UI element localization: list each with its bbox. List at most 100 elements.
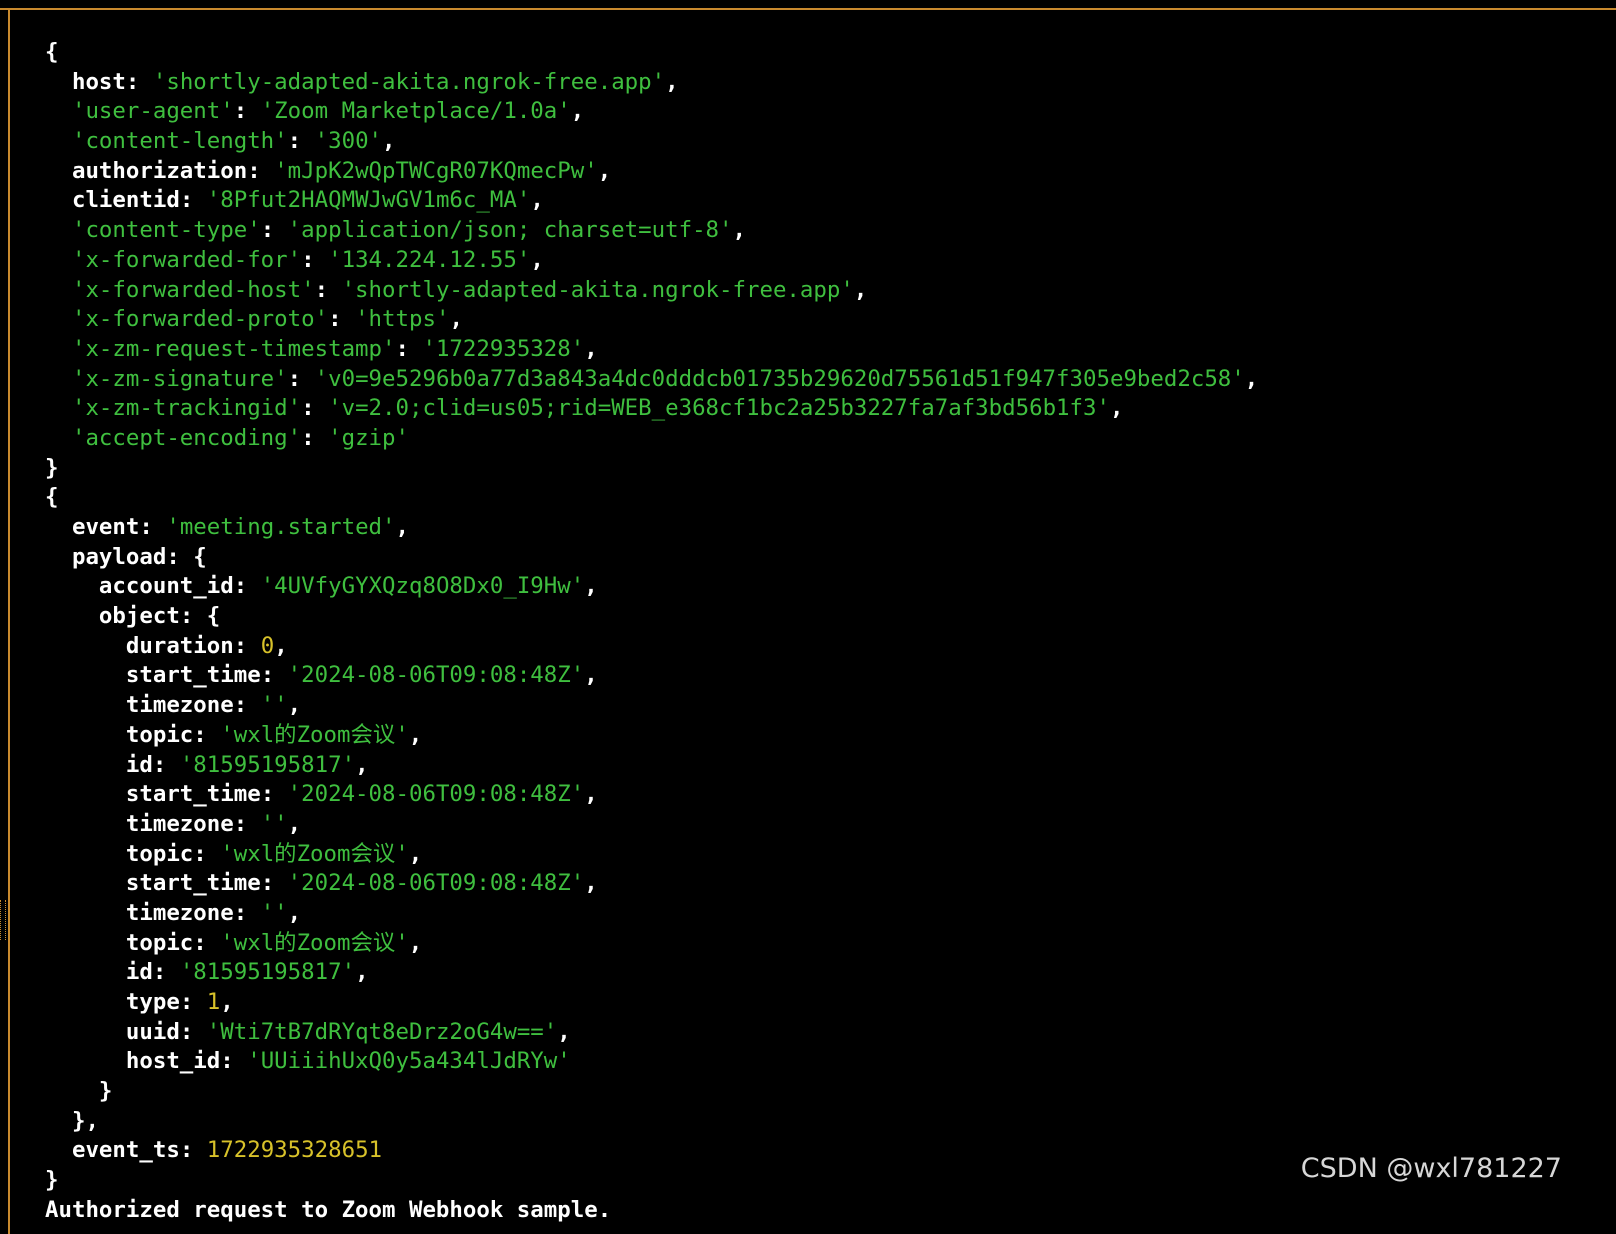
terminal-line: host: 'shortly-adapted-akita.ngrok-free.… — [45, 68, 1585, 98]
watermark: CSDN @wxl781227 — [1300, 1153, 1562, 1184]
punctuation-token: } — [45, 1167, 59, 1194]
punctuation-token: { — [45, 484, 59, 511]
terminal-line: object: { — [45, 602, 1585, 632]
punctuation-token: : — [193, 929, 221, 956]
terminal-line: 'x-forwarded-host': 'shortly-adapted-aki… — [45, 276, 1585, 306]
punctuation-token: , — [584, 870, 598, 897]
punctuation-token: : — [179, 1137, 207, 1164]
punctuation-token: : — [179, 989, 207, 1015]
punctuation-token: : — [233, 810, 261, 837]
punctuation-token: , — [449, 306, 463, 333]
terminal-line: { — [45, 483, 1585, 513]
punctuation-token: : — [328, 306, 356, 333]
quoted-key-token: 'x-forwarded-proto' — [45, 306, 329, 333]
window-edge-marker — [0, 900, 6, 940]
punctuation-token: : — [233, 899, 261, 926]
terminal-line: host_id: 'UUiiihUxQ0y5a434lJdRYw' — [45, 1047, 1585, 1077]
terminal-line: } — [45, 454, 1585, 484]
punctuation-token: , — [395, 514, 409, 540]
key-token: id — [45, 751, 153, 778]
punctuation-token: : — [247, 157, 275, 184]
string-token: '134.224.12.55' — [328, 246, 531, 273]
punctuation-token: , — [557, 1018, 571, 1045]
string-token: '8Pfut2HAQMWJwGV1m6c_MA' — [206, 187, 531, 214]
punctuation-token: : { — [179, 603, 221, 630]
terminal-line: topic: 'wxl的Zoom会议', — [45, 840, 1585, 870]
string-token: 'Zoom Marketplace/1.0a' — [260, 98, 571, 125]
string-token: 'wxl的Zoom会议' — [220, 721, 409, 748]
punctuation-token: : — [233, 573, 261, 600]
string-token: '1722935328' — [422, 335, 585, 362]
punctuation-token: , — [274, 632, 288, 659]
punctuation-token: , — [220, 989, 234, 1015]
terminal-line: start_time: '2024-08-06T09:08:48Z', — [45, 780, 1585, 810]
quoted-key-token: 'content-length' — [45, 128, 288, 155]
punctuation-token: : — [233, 98, 261, 125]
string-token: '' — [260, 692, 288, 719]
punctuation-token: { — [45, 39, 59, 65]
key-token: duration — [45, 632, 234, 659]
string-token: '2024-08-06T09:08:48Z' — [287, 781, 585, 808]
string-token: 'meeting.started' — [166, 514, 396, 540]
punctuation-token: : — [179, 1018, 207, 1045]
quoted-key-token: 'content-type' — [45, 217, 261, 244]
string-token: 'v0=9e5296b0a77d3a843a4dc0dddcb01735b296… — [314, 365, 1245, 392]
punctuation-token: : — [260, 217, 288, 244]
punctuation-token: , — [584, 662, 598, 689]
key-token: start_time — [45, 781, 261, 808]
quoted-key-token: 'x-zm-request-timestamp' — [45, 335, 396, 362]
terminal-line: start_time: '2024-08-06T09:08:48Z', — [45, 869, 1585, 899]
key-token: start_time — [45, 662, 261, 689]
terminal-line: duration: 0, — [45, 632, 1585, 662]
string-token: 'gzip' — [328, 424, 409, 451]
key-token: object — [45, 603, 180, 630]
key-token: host_id — [45, 1048, 221, 1075]
punctuation-token: : — [179, 187, 207, 214]
punctuation-token: , — [530, 187, 544, 214]
terminal-line: id: '81595195817', — [45, 751, 1585, 781]
punctuation-token: }, — [45, 1107, 99, 1134]
terminal-line: timezone: '', — [45, 810, 1585, 840]
string-token: 'https' — [355, 306, 450, 333]
punctuation-token: : { — [166, 543, 207, 570]
string-token: '' — [260, 810, 288, 837]
number-token: 1722935328651 — [206, 1137, 383, 1164]
punctuation-token: , — [1109, 395, 1124, 422]
punctuation-token: , — [408, 721, 423, 748]
terminal-line: timezone: '', — [45, 899, 1585, 929]
terminal-line: 'x-zm-signature': 'v0=9e5296b0a77d3a843a… — [45, 365, 1585, 395]
punctuation-token: , — [584, 573, 598, 600]
punctuation-token: : — [301, 395, 329, 422]
punctuation-token: } — [45, 1078, 113, 1105]
punctuation-token: , — [597, 157, 612, 184]
punctuation-token: : — [260, 870, 288, 897]
terminal-line: Authorized request to Zoom Webhook sampl… — [45, 1196, 1585, 1226]
punctuation-token: , — [355, 751, 369, 778]
terminal-window: { host: 'shortly-adapted-akita.ngrok-fre… — [0, 0, 1616, 1234]
terminal-line: id: '81595195817', — [45, 958, 1585, 988]
string-token: '' — [260, 899, 288, 926]
punctuation-token: : — [233, 632, 261, 659]
key-token: event_ts — [45, 1137, 180, 1164]
key-token: timezone — [45, 692, 234, 719]
punctuation-token: , — [382, 128, 396, 155]
quoted-key-token: 'x-zm-trackingid' — [45, 395, 302, 422]
key-token: topic — [45, 929, 194, 956]
terminal-line: 'x-zm-trackingid': 'v=2.0;clid=us05;rid=… — [45, 394, 1585, 424]
terminal-line: 'content-length': '300', — [45, 127, 1585, 157]
punctuation-token: : — [152, 959, 180, 986]
terminal-line: type: 1, — [45, 988, 1585, 1018]
punctuation-token: : — [301, 246, 329, 273]
terminal-output: { host: 'shortly-adapted-akita.ngrok-fre… — [45, 38, 1585, 1226]
terminal-line: uuid: 'Wti7tB7dRYqt8eDrz2oG4w==', — [45, 1018, 1585, 1048]
string-token: 'mJpK2wQpTWCgR07KQmecPw' — [274, 157, 598, 184]
key-token: topic — [45, 840, 194, 867]
punctuation-token: , — [732, 217, 746, 244]
punctuation-token: : — [260, 662, 288, 689]
key-token: host — [45, 68, 126, 95]
punctuation-token: : — [125, 68, 153, 95]
string-token: '2024-08-06T09:08:48Z' — [287, 870, 585, 897]
quoted-key-token: 'x-zm-signature' — [45, 365, 288, 392]
terminal-line: 'content-type': 'application/json; chars… — [45, 216, 1585, 246]
key-token: timezone — [45, 899, 234, 926]
